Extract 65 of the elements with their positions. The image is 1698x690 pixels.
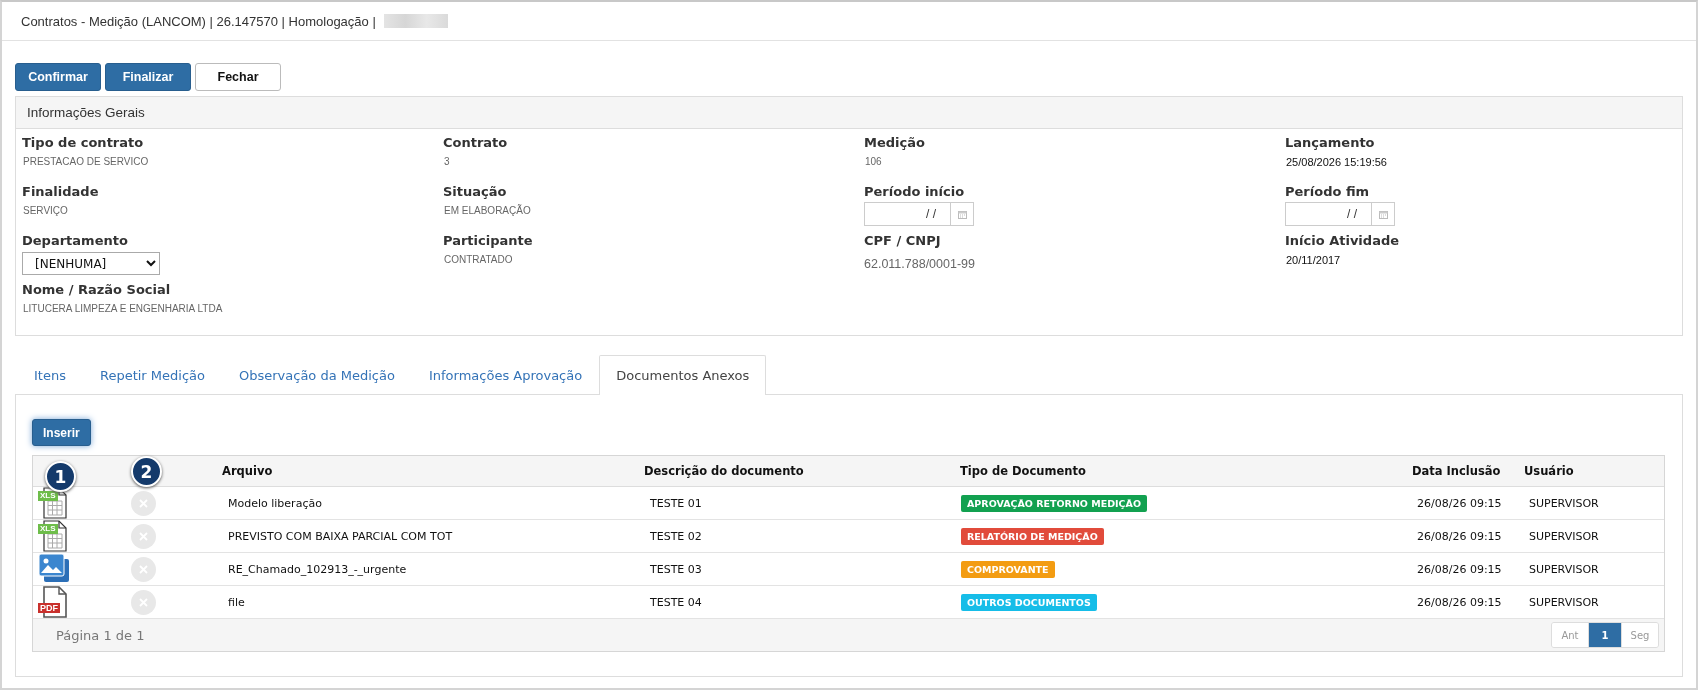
field-label: Participante	[443, 233, 533, 248]
tab[interactable]: Repetir Medição	[82, 355, 222, 395]
field-label: Tipo de contrato	[22, 135, 144, 150]
field-value: CONTRATADO	[443, 254, 513, 265]
date-text: 26/08/26 09:15	[1417, 595, 1502, 609]
field-label: Lançamento	[1285, 135, 1375, 150]
document-type-tag: RELATÓRIO DE MEDIÇÃO	[961, 527, 1104, 545]
field-label: CPF / CNPJ	[864, 233, 941, 248]
field-label: Situação	[443, 184, 507, 199]
field-label: Finalidade	[22, 184, 99, 199]
column-header: Usuário	[1524, 464, 1574, 478]
document-type-tag: COMPROVANTE	[961, 560, 1055, 578]
blurred-area	[383, 14, 448, 28]
panel-header: Informações Gerais	[16, 97, 1682, 129]
column-header: Descrição do documento	[644, 464, 804, 478]
description: TESTE 03	[650, 562, 702, 576]
field-label: Período fim	[1285, 184, 1370, 199]
field-label: Departamento	[22, 233, 128, 248]
column-header: Tipo de Documento	[960, 464, 1086, 478]
date-text: 26/08/26 09:15	[1417, 562, 1502, 576]
field-value: 106	[864, 156, 882, 167]
field-value: PRESTACAO DE SERVICO	[22, 156, 149, 167]
tab[interactable]: Informações Aprovação	[411, 355, 600, 395]
field-label: Nome / Razão Social	[22, 282, 171, 297]
window-title: Contratos - Medição (LANCOM) | 26.147570 | Homologação |	[21, 13, 376, 29]
delete-icon[interactable]	[131, 490, 156, 516]
field-value: SERVIÇO	[22, 205, 68, 216]
field-label: Medição	[864, 135, 925, 150]
description: TESTE 04	[650, 595, 702, 609]
file-name: PREVISTO COM BAIXA PARCIAL COM TOT	[228, 529, 453, 543]
user-name: SUPERVISOR	[1529, 595, 1599, 609]
user-name: SUPERVISOR	[1529, 496, 1599, 510]
field-label: Início Atividade	[1285, 233, 1400, 248]
file-name: file	[228, 595, 245, 609]
toolbar-button[interactable]: Fechar	[195, 63, 281, 91]
document-type-tag: OUTROS DOCUMENTOS	[961, 593, 1097, 611]
file-name: Modelo liberação	[228, 496, 322, 510]
tab[interactable]: Documentos Anexos	[599, 355, 767, 395]
field-value: 62.011.788/0001-99	[864, 256, 975, 271]
document-type-tag: APROVAÇÃO RETORNO MEDIÇÃO	[961, 494, 1147, 512]
image-icon	[38, 553, 70, 585]
tab[interactable]: Itens	[17, 355, 83, 395]
column-header: Arquivo	[222, 464, 273, 478]
tab[interactable]: Observação da Medição	[222, 355, 412, 395]
date-text: 26/08/26 09:15	[1417, 496, 1502, 510]
user-name: SUPERVISOR	[1529, 529, 1599, 543]
field-value: EM ELABORAÇÃO	[443, 205, 531, 216]
file-name: RE_Chamado_102913_-_urgente	[228, 562, 407, 576]
column-header: Data Inclusão	[1412, 464, 1501, 478]
field-label: Contrato	[443, 135, 508, 150]
field-label: Período início	[864, 184, 965, 199]
description: TESTE 02	[650, 529, 702, 543]
field-value: 20/11/2017	[1285, 254, 1341, 266]
date-text: 26/08/26 09:15	[1417, 529, 1502, 543]
description: TESTE 01	[650, 496, 702, 510]
page-info: Página 1 de 1	[56, 627, 145, 643]
department-select[interactable]: [NENHUMA]	[22, 252, 160, 275]
field-value: 3	[443, 156, 450, 167]
field-value: LITUCERA LIMPEZA E ENGENHARIA LTDA	[22, 303, 223, 314]
pagination-button[interactable]: 1	[1588, 623, 1621, 647]
toolbar-button[interactable]: Confirmar	[15, 63, 101, 91]
insert-button[interactable]: Inserir	[32, 419, 91, 446]
toolbar-button[interactable]: Finalizar	[105, 63, 191, 91]
user-name: SUPERVISOR	[1529, 562, 1599, 576]
field-value: 25/08/2026 15:19:56	[1285, 156, 1387, 168]
